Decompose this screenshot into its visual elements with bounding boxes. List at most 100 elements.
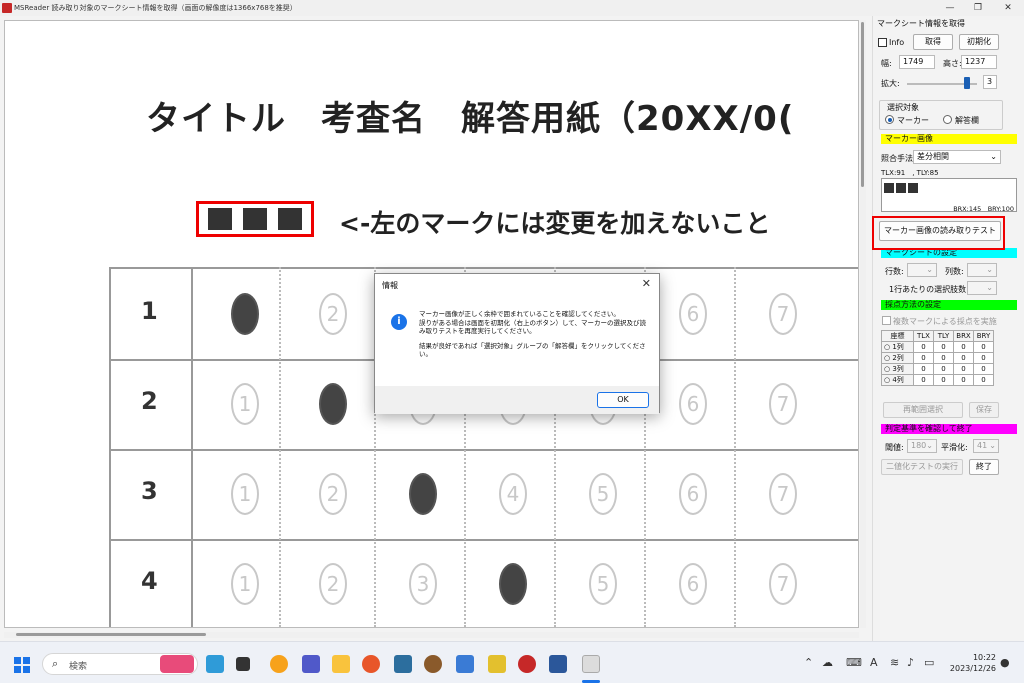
task-view-icon[interactable] xyxy=(236,657,250,671)
speaker-icon[interactable]: ♪ xyxy=(907,656,914,669)
close-button[interactable]: ✕ xyxy=(996,2,1020,14)
dialog-body: i マーカー画像が正しく余枠で囲まれていることを確認してください。 誤りがある場… xyxy=(375,296,659,386)
windows-start-icon[interactable] xyxy=(14,657,30,673)
dialog-message: マーカー画像が正しく余枠で囲まれていることを確認してください。 誤りがある場合は… xyxy=(419,310,649,359)
wifi-icon[interactable]: ≋ xyxy=(890,656,899,669)
firefox-icon[interactable] xyxy=(362,655,380,673)
marker-square xyxy=(242,208,267,230)
pet-app-icon[interactable] xyxy=(424,655,442,673)
horizontal-scrollbar[interactable] xyxy=(4,632,859,638)
coords-cell[interactable]: 0 xyxy=(953,374,974,386)
target-answer-radio[interactable] xyxy=(943,115,952,124)
coords-cell[interactable]: 0 xyxy=(973,341,994,353)
coords-cell[interactable]: 0 xyxy=(913,341,934,353)
weather-icon[interactable] xyxy=(270,655,288,673)
answer-bubble: 7 xyxy=(769,383,797,425)
chevron-up-icon[interactable]: ⌃ xyxy=(804,656,813,669)
answer-bubble: 1 xyxy=(231,563,259,605)
restore-button[interactable]: ❐ xyxy=(966,2,990,14)
scroll-thumb[interactable] xyxy=(861,22,864,187)
marker-square xyxy=(908,183,918,193)
ok-button[interactable]: OK xyxy=(597,392,649,408)
sheet-title: タイトル 考査名 解答用紙（20XX/0( xyxy=(146,99,795,139)
init-button[interactable]: 初期化 xyxy=(959,34,999,50)
vertical-scrollbar[interactable] xyxy=(860,20,866,628)
row-label-text: 4列 xyxy=(892,376,904,384)
remote-app-icon[interactable] xyxy=(394,655,412,673)
coords-row-label[interactable]: ○ 4列 xyxy=(881,374,914,386)
choices-select[interactable]: ⌄ xyxy=(967,281,997,295)
answer-bubble: 2 xyxy=(319,563,347,605)
widgets-icon[interactable] xyxy=(160,655,194,673)
save-button[interactable]: 保存 xyxy=(969,402,999,418)
coords-cell[interactable]: 0 xyxy=(953,363,974,375)
coords-cell[interactable]: 0 xyxy=(973,363,994,375)
word-icon[interactable] xyxy=(549,655,567,673)
time: 10:22 xyxy=(972,653,996,662)
coords-cell[interactable]: 0 xyxy=(953,352,974,364)
reselect-button[interactable]: 再範囲選択 xyxy=(883,402,963,418)
coords-cell[interactable]: 0 xyxy=(933,341,954,353)
target-marker-radio[interactable] xyxy=(885,115,894,124)
file-explorer-icon[interactable] xyxy=(332,655,350,673)
smoothing-select[interactable]: 41 ⌄ xyxy=(973,439,999,453)
zoom-slider-thumb[interactable] xyxy=(964,77,970,89)
marker-image-band: マーカー画像 xyxy=(881,134,1017,144)
coords-cell[interactable]: 0 xyxy=(913,374,934,386)
chevron-down-icon: ⌄ xyxy=(990,152,997,161)
media-app-icon[interactable] xyxy=(518,655,536,673)
dialog-close-icon[interactable]: ✕ xyxy=(642,277,651,290)
clock[interactable]: 10:22 2023/12/26 xyxy=(944,652,996,674)
notification-icon[interactable]: ● xyxy=(1000,656,1010,669)
target-group-label: 選択対象 xyxy=(887,103,919,112)
coords-cell[interactable]: 0 xyxy=(933,374,954,386)
coords-header: TLY xyxy=(933,330,954,342)
rows-select[interactable]: ⌄ xyxy=(907,263,937,277)
coords-cell[interactable]: 0 xyxy=(913,363,934,375)
coords-row-label[interactable]: ○ 1列 xyxy=(881,341,914,353)
editor-icon[interactable] xyxy=(456,655,474,673)
coords-row-label[interactable]: ○ 2列 xyxy=(881,352,914,364)
multi-mark-checkbox[interactable] xyxy=(882,316,891,325)
dialog-header: 情報 ✕ xyxy=(375,274,659,296)
threshold-select[interactable]: 180 ⌄ xyxy=(907,439,937,453)
cols-select[interactable]: ⌄ xyxy=(967,263,997,277)
chevron-down-icon: ⌄ xyxy=(926,265,933,274)
ime-indicator[interactable]: A xyxy=(870,656,878,669)
width-field[interactable]: 1749 xyxy=(899,55,935,69)
coords-cell[interactable]: 0 xyxy=(953,341,974,353)
msreader-icon[interactable] xyxy=(582,655,600,673)
coords-cell[interactable]: 0 xyxy=(913,352,934,364)
coords-row: ○ 3列 0 0 0 0 xyxy=(881,363,994,375)
scoring-band: 採点方法の設定 xyxy=(881,300,1017,310)
criteria-band: 判定基準を確認して終了 xyxy=(881,424,1017,434)
coords-cell[interactable]: 0 xyxy=(933,363,954,375)
target-marker-label: マーカー xyxy=(897,116,929,125)
coords-row-label[interactable]: ○ 3列 xyxy=(881,363,914,375)
coords-cell[interactable]: 0 xyxy=(973,352,994,364)
coords-cell[interactable]: 0 xyxy=(973,374,994,386)
marker-square xyxy=(277,208,302,230)
coords-row: ○ 4列 0 0 0 0 xyxy=(881,374,994,386)
finish-button[interactable]: 終了 xyxy=(969,459,999,475)
panel-header: マークシート情報を取得 xyxy=(877,19,965,28)
cloud-icon[interactable]: ☁ xyxy=(822,656,833,669)
zoom-field[interactable]: 3 xyxy=(983,75,997,89)
get-button[interactable]: 取得 xyxy=(913,34,953,50)
battery-icon[interactable]: ▭ xyxy=(924,656,934,669)
teams-icon[interactable] xyxy=(302,655,320,673)
coords-cell[interactable]: 0 xyxy=(933,352,954,364)
minimize-button[interactable]: — xyxy=(938,2,962,14)
answer-bubble: 3 xyxy=(409,473,437,515)
scroll-thumb[interactable] xyxy=(16,633,206,636)
keyboard-icon[interactable]: ⌨ xyxy=(846,656,862,669)
copilot-icon[interactable] xyxy=(206,655,224,673)
coords-row: ○ 1列 0 0 0 0 xyxy=(881,341,994,353)
height-field[interactable]: 1237 xyxy=(961,55,997,69)
binarize-button[interactable]: 二値化テストの実行 xyxy=(881,459,963,475)
chevron-down-icon: ⌄ xyxy=(989,441,996,450)
match-select[interactable]: 差分相関 ⌄ xyxy=(913,150,1001,164)
dialog-title: 情報 xyxy=(382,281,398,290)
character-app-icon[interactable] xyxy=(488,655,506,673)
info-checkbox[interactable] xyxy=(878,38,887,47)
